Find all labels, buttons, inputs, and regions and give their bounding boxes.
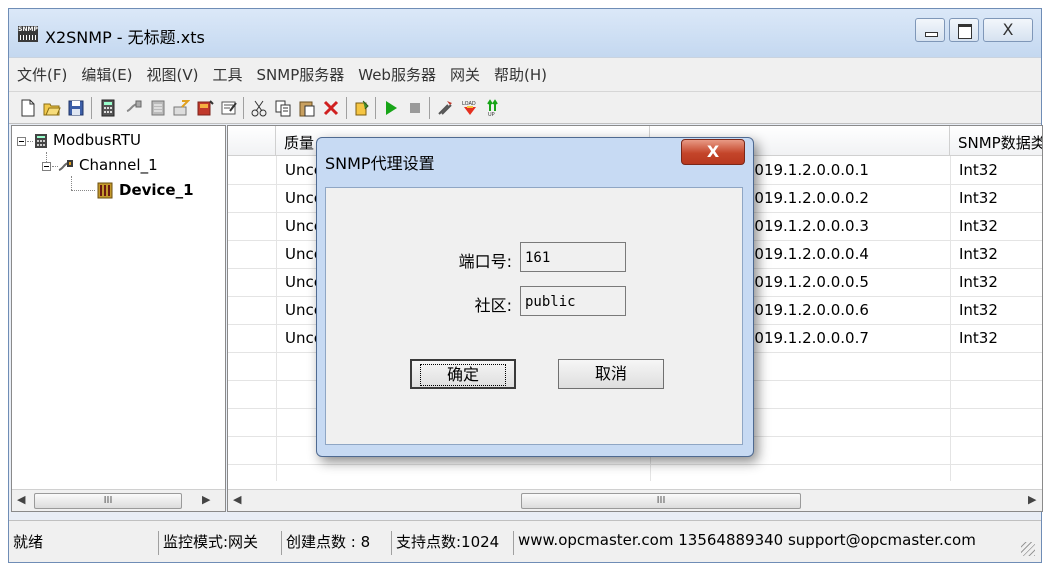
device-icon bbox=[97, 182, 113, 199]
row-type[interactable]: Int32 bbox=[959, 240, 1039, 268]
row-type[interactable]: Int32 bbox=[959, 268, 1039, 296]
status-bar: 就绪 监控模式:网关 创建点数 : 8 支持点数:1024 www.opcmas… bbox=[9, 520, 1041, 562]
row-type[interactable]: Int32 bbox=[959, 296, 1039, 324]
community-label: 社区: bbox=[474, 296, 512, 315]
menu-file[interactable]: 文件(F) bbox=[17, 64, 67, 85]
cut-icon[interactable] bbox=[250, 99, 268, 117]
dialog-close-button[interactable]: X bbox=[681, 139, 745, 165]
add-channel-icon[interactable] bbox=[125, 99, 143, 117]
cancel-button[interactable]: 取消 bbox=[558, 359, 664, 389]
toolbar-separator bbox=[243, 97, 244, 119]
close-icon: X bbox=[1002, 20, 1014, 39]
snmp-agent-dialog: SNMP代理设置 X 端口号: 161 社区: public 确定 取消 bbox=[316, 137, 754, 457]
scroll-left-arrow[interactable]: ◀ bbox=[17, 493, 25, 506]
tree-item-channel[interactable]: Channel_1 bbox=[79, 156, 158, 174]
ok-button-label: 确定 bbox=[420, 364, 506, 386]
add-device-icon[interactable] bbox=[99, 99, 117, 117]
menu-bar: 文件(F) 编辑(E) 视图(V) 工具 SNMP服务器 Web服务器 网关 帮… bbox=[9, 57, 1041, 91]
title-bar[interactable]: SNMP X2SNMP - 无标题.xts X bbox=[9, 9, 1041, 57]
status-ready: 就绪 bbox=[9, 531, 159, 555]
port-label: 端口号: bbox=[458, 252, 512, 271]
row-type[interactable]: Int32 bbox=[959, 212, 1039, 240]
load-icon[interactable]: LOAD bbox=[460, 99, 480, 117]
menu-edit[interactable]: 编辑(E) bbox=[81, 64, 132, 85]
status-contact: www.opcmaster.com 13564889340 support@op… bbox=[518, 531, 976, 549]
toolbar-separator bbox=[91, 97, 92, 119]
status-created-points: 创建点数 : 8 bbox=[282, 531, 392, 555]
up-text: UP bbox=[488, 112, 495, 117]
scroll-thumb[interactable]: III bbox=[34, 493, 182, 509]
add-tag-icon[interactable] bbox=[149, 99, 167, 117]
row-gridline bbox=[228, 464, 1042, 465]
import-icon[interactable] bbox=[172, 99, 190, 117]
settings-icon[interactable] bbox=[353, 99, 371, 117]
open-icon[interactable] bbox=[43, 99, 61, 117]
scroll-right-arrow[interactable]: ▶ bbox=[202, 493, 210, 506]
row-type[interactable]: Int32 bbox=[959, 184, 1039, 212]
close-window-button[interactable]: X bbox=[983, 18, 1033, 42]
status-supported-points: 支持点数:1024 bbox=[392, 531, 514, 555]
column-header-snmp-type[interactable]: SNMP数据类 bbox=[950, 126, 1042, 156]
stop-icon[interactable] bbox=[406, 99, 424, 117]
status-mode: 监控模式:网关 bbox=[159, 531, 282, 555]
dialog-title: SNMP代理设置 bbox=[325, 154, 435, 173]
scroll-left-arrow[interactable]: ◀ bbox=[233, 493, 241, 506]
scroll-right-arrow[interactable]: ▶ bbox=[1028, 493, 1036, 506]
column-header-blank[interactable] bbox=[228, 126, 276, 156]
snmp-app-icon: SNMP bbox=[18, 26, 38, 42]
menu-gateway[interactable]: 网关 bbox=[450, 64, 480, 85]
list-horizontal-scrollbar[interactable]: ◀ III ▶ bbox=[228, 489, 1042, 511]
minimize-button[interactable] bbox=[915, 18, 945, 42]
export-icon[interactable] bbox=[196, 99, 214, 117]
run-icon[interactable] bbox=[382, 99, 400, 117]
menu-view[interactable]: 视图(V) bbox=[147, 64, 199, 85]
menu-tools[interactable]: 工具 bbox=[213, 64, 243, 85]
device-tree[interactable]: ModbusRTU Channel_1 Device_1 ◀ III ▶ bbox=[11, 125, 226, 512]
menu-help[interactable]: 帮助(H) bbox=[494, 64, 547, 85]
toolbar: LOAD UP bbox=[9, 91, 1041, 124]
maximize-button[interactable] bbox=[949, 18, 979, 42]
update-icon[interactable]: UP bbox=[486, 99, 504, 117]
dialog-body: 端口号: 161 社区: public 确定 取消 bbox=[325, 187, 743, 445]
scroll-thumb[interactable]: III bbox=[521, 493, 801, 509]
save-icon[interactable] bbox=[67, 99, 85, 117]
modbus-device-icon bbox=[35, 134, 47, 148]
community-input[interactable]: public bbox=[520, 286, 626, 316]
tools-icon[interactable] bbox=[436, 99, 454, 117]
menu-snmp-server[interactable]: SNMP服务器 bbox=[257, 64, 345, 85]
delete-icon[interactable] bbox=[322, 99, 340, 117]
collapse-toggle[interactable] bbox=[42, 162, 51, 171]
resize-grip[interactable] bbox=[1021, 542, 1035, 556]
collapse-toggle[interactable] bbox=[17, 137, 26, 146]
toolbar-separator bbox=[429, 97, 430, 119]
paste-icon[interactable] bbox=[298, 99, 316, 117]
toolbar-separator bbox=[375, 97, 376, 119]
new-icon[interactable] bbox=[19, 99, 37, 117]
tree-item-device[interactable]: Device_1 bbox=[119, 181, 225, 199]
row-type[interactable]: Int32 bbox=[959, 156, 1039, 184]
tree-horizontal-scrollbar[interactable]: ◀ III ▶ bbox=[12, 489, 225, 511]
tree-item-modbusrtu[interactable]: ModbusRTU bbox=[53, 131, 141, 149]
copy-icon[interactable] bbox=[274, 99, 292, 117]
properties-icon[interactable] bbox=[220, 99, 238, 117]
port-input[interactable]: 161 bbox=[520, 242, 626, 272]
row-type[interactable]: Int32 bbox=[959, 324, 1039, 352]
channel-icon bbox=[58, 160, 73, 171]
window-title: X2SNMP - 无标题.xts bbox=[45, 28, 205, 47]
toolbar-separator bbox=[346, 97, 347, 119]
ok-button[interactable]: 确定 bbox=[410, 359, 516, 389]
menu-web-server[interactable]: Web服务器 bbox=[358, 64, 436, 85]
